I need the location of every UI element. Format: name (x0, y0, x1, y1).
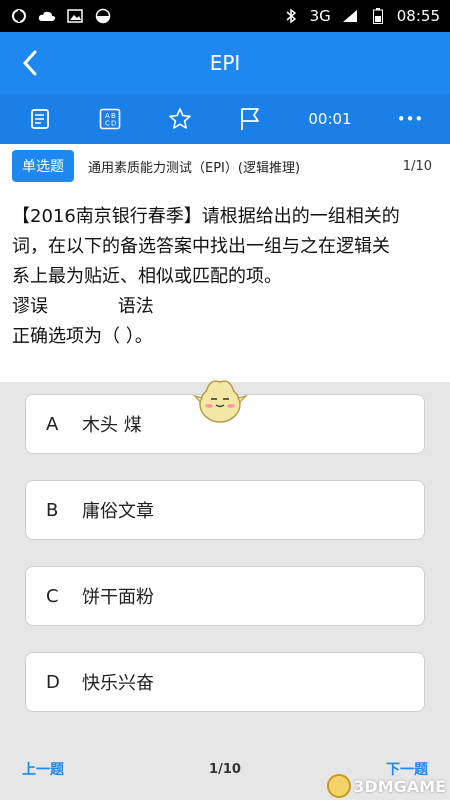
question-prompt: 正确选项为（ ）。 (12, 326, 153, 347)
image-icon (66, 9, 84, 23)
toolbar: ABCD 00:01 ••• (0, 94, 450, 144)
option-d[interactable]: D 快乐兴奋 (25, 652, 425, 712)
sync-icon (10, 9, 28, 23)
option-text: 饼干面粉 (82, 587, 154, 608)
more-dots-icon: ••• (396, 110, 424, 128)
options-list: A 木头 煤 B 庸俗文章 C 饼干面粉 D 快乐兴奋 (0, 382, 450, 712)
more-menu-button[interactable]: ••• (390, 99, 430, 139)
favorite-button[interactable] (160, 99, 200, 139)
mascot-icon (193, 380, 248, 423)
option-letter: C (46, 585, 59, 607)
question-line: 【2016南京银行春季】请根据给出的一组相关的 (12, 206, 400, 227)
svg-text:D: D (111, 120, 116, 128)
cloud-icon (38, 9, 56, 23)
question-header: 单选题 通用素质能力测试（EPI）(逻辑推理) 1/10 (12, 144, 438, 188)
option-text: 木头 煤 (82, 415, 142, 436)
option-letter: B (46, 499, 59, 521)
word-pair: 谬误 语法 (12, 292, 438, 322)
title-bar: EPI (0, 32, 450, 94)
back-button[interactable] (0, 32, 60, 94)
flag-icon (241, 108, 259, 130)
question-card: 单选题 通用素质能力测试（EPI）(逻辑推理) 1/10 【2016南京银行春季… (0, 144, 450, 382)
question-line: 系上最为贴近、相似或匹配的项。 (12, 266, 282, 287)
page-title: EPI (209, 51, 241, 75)
options-grid-button[interactable]: ABCD (90, 99, 130, 139)
option-letter: D (46, 671, 60, 693)
battery-icon (369, 8, 387, 24)
option-text: 快乐兴奋 (82, 673, 154, 694)
star-icon (169, 108, 191, 129)
word-2: 语法 (117, 296, 154, 317)
chevron-left-icon (22, 50, 37, 76)
prev-question-button[interactable]: 上一题 (22, 759, 64, 779)
option-b[interactable]: B 庸俗文章 (25, 480, 425, 540)
question-counter: 1/10 (402, 158, 432, 174)
option-letter: A (46, 413, 59, 435)
abcd-grid-icon: A BC D (99, 108, 121, 130)
report-button[interactable] (230, 99, 270, 139)
svg-text:C: C (105, 120, 110, 128)
answer-sheet-button[interactable] (20, 99, 60, 139)
watermark: 3DMGAME (327, 774, 446, 798)
option-c[interactable]: C 饼干面粉 (25, 566, 425, 626)
watermark-logo-icon (327, 774, 352, 798)
clock: 08:55 (396, 7, 440, 25)
half-circle-icon (94, 8, 112, 24)
option-text: 庸俗文章 (82, 501, 154, 522)
question-source: 通用素质能力测试（EPI）(逻辑推理) (88, 160, 301, 176)
watermark-text: 3DMGAME (353, 776, 446, 796)
timer: 00:01 (308, 110, 352, 128)
question-line: 词，在以下的备选答案中找出一组与之在逻辑关 (12, 236, 390, 257)
bluetooth-icon (282, 8, 300, 24)
network-type: 3G (309, 7, 331, 25)
question-type-badge: 单选题 (12, 150, 74, 182)
signal-icon (341, 9, 359, 23)
status-bar: 3G 08:55 (0, 0, 450, 32)
word-1: 谬误 (12, 296, 48, 317)
answer-sheet-icon (31, 109, 49, 129)
question-body: 【2016南京银行春季】请根据给出的一组相关的 词，在以下的备选答案中找出一组与… (12, 188, 438, 352)
